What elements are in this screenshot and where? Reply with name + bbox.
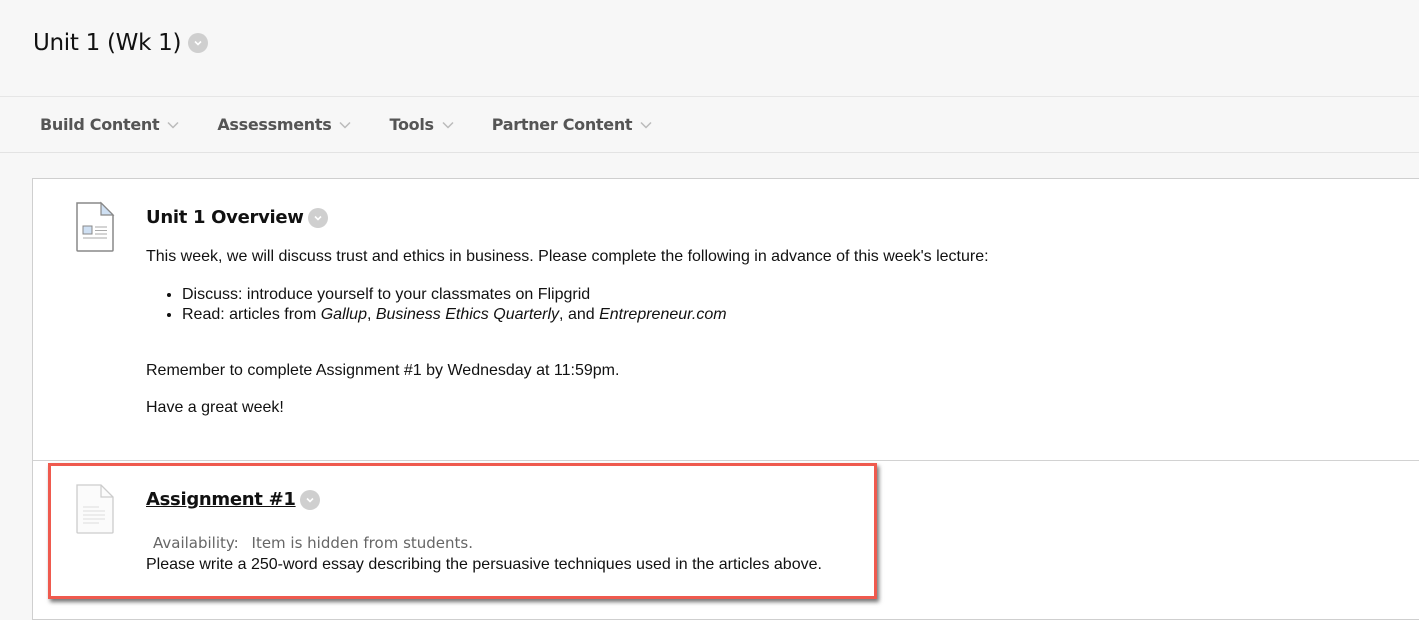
chevron-down-icon <box>339 121 351 129</box>
build-content-menu[interactable]: Build Content <box>40 115 179 134</box>
build-content-label: Build Content <box>40 115 160 134</box>
source-gallup: Gallup <box>320 306 367 323</box>
blank-document-icon <box>76 484 114 534</box>
highlight-annotation-box <box>48 463 877 599</box>
read-prefix: Read: articles from <box>182 306 321 323</box>
page-title-text: Unit 1 (Wk 1) <box>33 30 182 56</box>
unit-overview-title: Unit 1 Overview <box>146 207 328 228</box>
document-item-icon <box>76 201 115 252</box>
overview-intro: This week, we will discuss trust and eth… <box>146 248 989 265</box>
assessments-label: Assessments <box>217 115 332 134</box>
source-business-ethics-quarterly: Business Ethics Quarterly <box>375 306 560 323</box>
availability-value: Item is hidden from students. <box>251 534 473 552</box>
partner-content-menu[interactable]: Partner Content <box>492 115 653 134</box>
content-item-unit-overview: Unit 1 Overview This week, we will discu… <box>33 179 1419 461</box>
assignment-title-link[interactable]: Assignment #1 <box>146 489 296 510</box>
task-discuss: Discuss: introduce yourself to your clas… <box>182 285 989 305</box>
source-entrepreneur: Entrepreneur.com <box>599 306 727 323</box>
page-header: Unit 1 (Wk 1) <box>0 0 1419 97</box>
chevron-down-icon <box>640 121 652 129</box>
assessments-menu[interactable]: Assessments <box>217 115 351 134</box>
assignment-title: Assignment #1 <box>146 489 320 510</box>
unit-overview-title-text: Unit 1 Overview <box>146 207 304 228</box>
action-bar: Build Content Assessments Tools Partner … <box>0 97 1419 153</box>
chevron-down-icon <box>442 121 454 129</box>
partner-content-label: Partner Content <box>491 115 633 134</box>
page-title: Unit 1 (Wk 1) <box>33 30 209 56</box>
overview-closing: Have a great week! <box>146 399 284 416</box>
overview-task-list: Discuss: introduce yourself to your clas… <box>182 285 989 325</box>
assignment-description: Please write a 250-word essay describing… <box>146 556 822 573</box>
chevron-down-icon <box>167 121 179 129</box>
availability-label: Availability: <box>153 534 239 552</box>
tools-menu[interactable]: Tools <box>389 115 454 134</box>
overview-reminder: Remember to complete Assignment #1 by We… <box>146 362 620 379</box>
task-read: Read: articles from Gallup, Business Eth… <box>182 305 989 325</box>
availability-status: Availability: Item is hidden from studen… <box>153 534 473 552</box>
tools-label: Tools <box>389 115 434 134</box>
separator: , and <box>559 306 600 323</box>
item-menu-chevron-icon[interactable] <box>307 207 328 228</box>
content-list: Unit 1 Overview This week, we will discu… <box>32 178 1419 620</box>
item-menu-chevron-icon[interactable] <box>299 489 320 510</box>
separator: , <box>366 306 376 323</box>
title-menu-chevron-icon[interactable] <box>188 33 209 53</box>
unit-overview-body: This week, we will discuss trust and eth… <box>146 247 989 418</box>
